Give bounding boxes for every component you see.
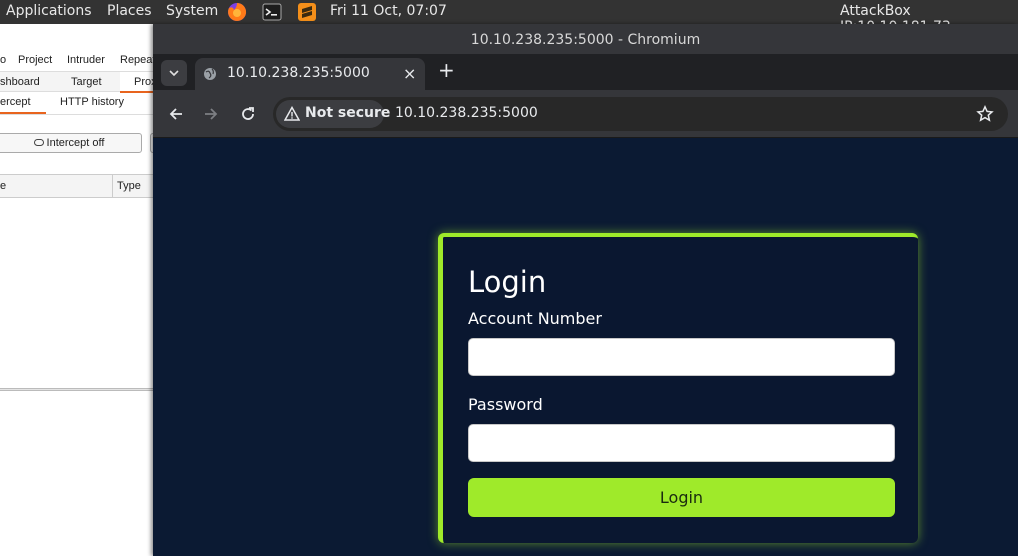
bookmark-star-icon[interactable] [976,105,994,123]
page-viewport: Login Account Number Password Login [153,138,1018,556]
intercept-toggle-label: Intercept off [46,137,105,149]
tab-strip: 10.10.238.235:5000 × + [153,54,1018,90]
clock[interactable]: Fri 11 Oct, 07:07 [330,3,447,19]
burp-menu-bar: o Project Intruder Repeat [0,52,160,70]
firefox-icon[interactable] [227,2,247,22]
address-bar[interactable]: Not secure 10.10.238.235:5000 [273,97,1008,131]
reload-icon[interactable] [239,105,257,123]
applications-menu[interactable]: Applications [6,3,92,19]
account-number-input[interactable] [468,338,895,376]
system-top-bar: Applications Places System Fri 11 Oct, 0… [0,0,1018,35]
not-secure-label: Not secure [305,105,391,121]
burp-menu-item[interactable]: o [0,54,6,66]
burp-col-type[interactable]: Type [112,175,141,197]
password-input[interactable] [468,424,895,462]
burp-subtab-http-history[interactable]: HTTP history [60,96,124,108]
burp-tab-target[interactable]: Target [71,76,102,88]
security-chip[interactable]: Not secure [276,100,390,128]
burp-tab-bar: shboard Target Prox [0,71,160,93]
terminal-icon[interactable] [262,2,282,22]
burp-suite-window: o Project Intruder Repeat shboard Target… [0,24,160,556]
warning-icon [284,106,300,121]
password-label: Password [468,395,543,414]
url-text[interactable]: 10.10.238.235:5000 [395,105,538,121]
burp-subtab-bar: ercept HTTP history [0,92,160,114]
window-title: 10.10.238.235:5000 - Chromium [153,24,1018,54]
system-menu[interactable]: System [166,3,218,19]
forward-arrow-icon[interactable] [202,105,220,123]
burp-table-header: e Type [0,174,160,198]
browser-toolbar: Not secure 10.10.238.235:5000 [153,90,1018,138]
globe-icon [204,68,216,80]
tab-search-button[interactable] [161,60,187,86]
burp-tab-dashboard[interactable]: shboard [0,76,40,88]
browser-tab[interactable]: 10.10.238.235:5000 × [195,58,425,90]
burp-splitter[interactable] [0,388,160,391]
chevron-down-icon [169,70,179,77]
burp-subtab-intercept[interactable]: ercept [0,96,46,114]
login-button[interactable]: Login [468,478,895,517]
sublime-text-icon[interactable] [297,2,317,22]
burp-menu-intruder[interactable]: Intruder [67,54,105,66]
burp-col-header[interactable]: e [0,180,6,192]
intercept-toggle-button[interactable]: Intercept off [0,133,142,153]
back-arrow-icon[interactable] [167,105,185,123]
close-tab-icon[interactable]: × [403,64,416,83]
login-card: Login Account Number Password Login [438,233,918,543]
new-tab-button[interactable]: + [438,58,455,82]
tab-title: 10.10.238.235:5000 [227,65,370,81]
chromium-window: 10.10.238.235:5000 - Chromium 10.10.238.… [153,24,1018,556]
account-number-label: Account Number [468,309,602,328]
login-heading: Login [468,265,547,299]
intercept-toggle-icon [33,139,44,146]
burp-menu-project[interactable]: Project [18,54,52,66]
places-menu[interactable]: Places [107,3,152,19]
burp-menu-repeater[interactable]: Repeat [120,54,155,66]
burp-divider [0,114,160,115]
